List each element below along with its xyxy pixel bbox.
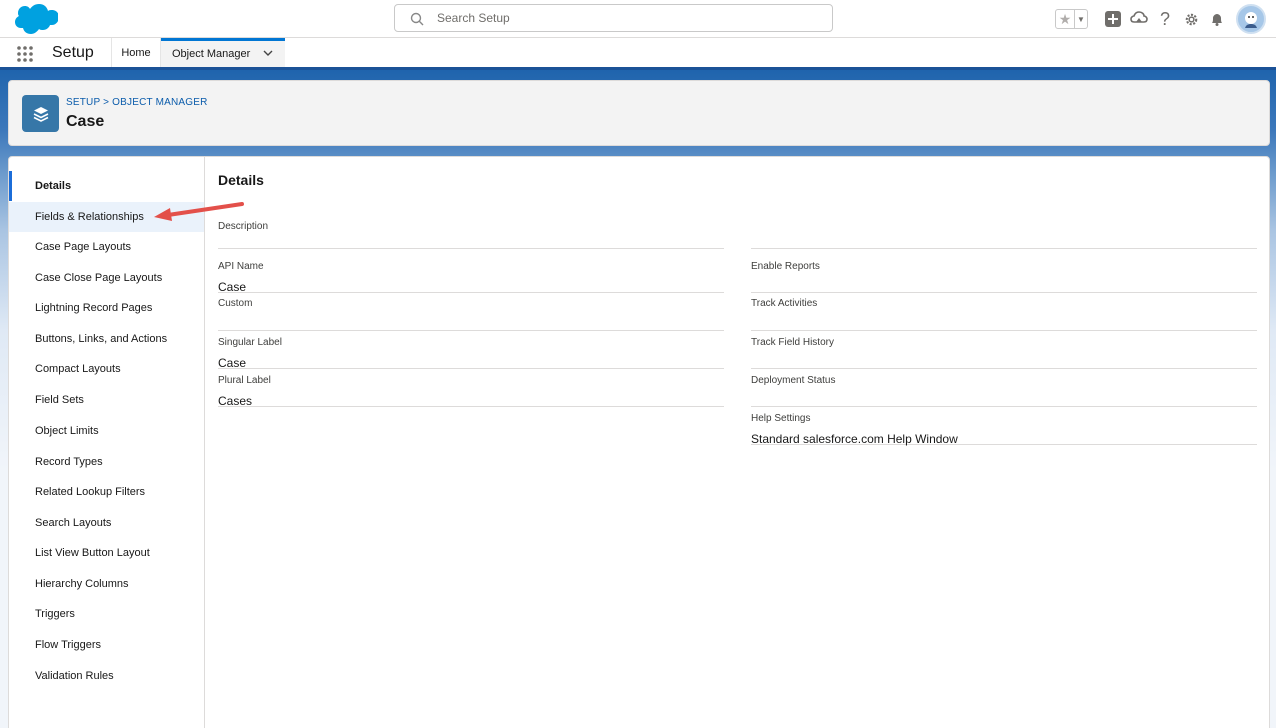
search-box[interactable] [394, 4, 833, 32]
chevron-down-icon[interactable] [263, 48, 273, 60]
field-label: Singular Label [218, 337, 282, 348]
field-label: Enable Reports [751, 261, 820, 272]
sidebar-item-list-view-button-layout[interactable]: List View Button Layout [9, 538, 204, 568]
field-label: Track Field History [751, 337, 834, 348]
sidebar-item-validation-rules[interactable]: Validation Rules [9, 661, 204, 691]
sidebar-item-field-sets[interactable]: Field Sets [9, 385, 204, 415]
field-plural-label: Plural Label Cases [218, 375, 724, 408]
gear-icon[interactable] [1178, 6, 1204, 32]
context-nav: Setup Home Object Manager [0, 38, 1276, 70]
field-help-settings: Help Settings Standard salesforce.com He… [751, 413, 1257, 446]
field-description: Description [218, 221, 724, 249]
search-input[interactable] [437, 9, 817, 27]
sidebar-item-case-page-layouts[interactable]: Case Page Layouts [9, 232, 204, 262]
tab-object-manager-label: Object Manager [172, 48, 251, 60]
section-title: Details [218, 172, 264, 188]
sidebar-item-lightning-record-pages[interactable]: Lightning Record Pages [9, 293, 204, 323]
salesforce-logo[interactable] [10, 3, 58, 35]
search-icon [410, 12, 424, 26]
sidebar-item-hierarchy-columns[interactable]: Hierarchy Columns [9, 569, 204, 599]
field-label: API Name [218, 261, 264, 272]
sidebar-item-compact-layouts[interactable]: Compact Layouts [9, 354, 204, 384]
user-avatar[interactable] [1236, 4, 1266, 34]
app-launcher-icon[interactable] [16, 45, 34, 63]
field-custom: Custom [218, 298, 724, 331]
field-api-name: API Name Case [218, 261, 724, 294]
sidebar-item-record-types[interactable]: Record Types [9, 447, 204, 477]
page-header: SETUP > OBJECT MANAGER Case [8, 80, 1270, 146]
sidebar-item-object-limits[interactable]: Object Limits [9, 416, 204, 446]
sidebar-item-flow-triggers[interactable]: Flow Triggers [9, 630, 204, 660]
sidebar-item-triggers[interactable]: Triggers [9, 599, 204, 629]
favorites-control[interactable]: ★ ▼ [1055, 9, 1088, 29]
sidebar-item-buttons-links-actions[interactable]: Buttons, Links, and Actions [9, 324, 204, 354]
global-header: ★ ▼ ? [0, 0, 1276, 38]
field-deployment-status: Deployment Status [751, 375, 1257, 407]
field-blank-right [751, 221, 1257, 249]
field-value: Case [218, 280, 247, 294]
field-value: Standard salesforce.com Help Window [751, 432, 958, 446]
sidebar-item-details[interactable]: Details [9, 171, 204, 201]
layers-icon [22, 95, 59, 132]
field-label: Help Settings [751, 413, 811, 424]
field-label: Track Activities [751, 298, 818, 309]
question-icon[interactable]: ? [1152, 6, 1178, 32]
tab-object-manager[interactable]: Object Manager [161, 38, 285, 67]
header-actions: ★ ▼ ? [1055, 4, 1266, 34]
field-enable-reports: Enable Reports [751, 261, 1257, 293]
field-value: Cases [218, 394, 253, 408]
annotation-arrow [154, 202, 244, 221]
sidebar-item-case-close-page-layouts[interactable]: Case Close Page Layouts [9, 263, 204, 293]
sidebar-item-related-lookup-filters[interactable]: Related Lookup Filters [9, 477, 204, 507]
trailhead-icon[interactable] [1126, 6, 1152, 32]
breadcrumb[interactable]: SETUP > OBJECT MANAGER [66, 97, 208, 108]
sidebar-item-search-layouts[interactable]: Search Layouts [9, 508, 204, 538]
field-label: Custom [218, 298, 253, 309]
field-track-field-history: Track Field History [751, 337, 1257, 369]
plus-icon[interactable] [1100, 6, 1126, 32]
app-name: Setup [52, 44, 94, 61]
main-card: Details Fields & Relationships Case Page… [8, 156, 1270, 728]
star-icon[interactable]: ★ [1056, 10, 1074, 28]
field-label: Deployment Status [751, 375, 836, 386]
field-value: Case [218, 356, 247, 370]
field-singular-label: Singular Label Case [218, 337, 724, 370]
sidebar: Details Fields & Relationships Case Page… [9, 157, 205, 728]
tab-home[interactable]: Home [111, 38, 161, 67]
field-track-activities: Track Activities [751, 298, 1257, 331]
chevron-down-icon[interactable]: ▼ [1074, 10, 1087, 28]
page-title: Case [66, 113, 105, 130]
field-label: Plural Label [218, 375, 271, 386]
bell-icon[interactable] [1204, 6, 1230, 32]
